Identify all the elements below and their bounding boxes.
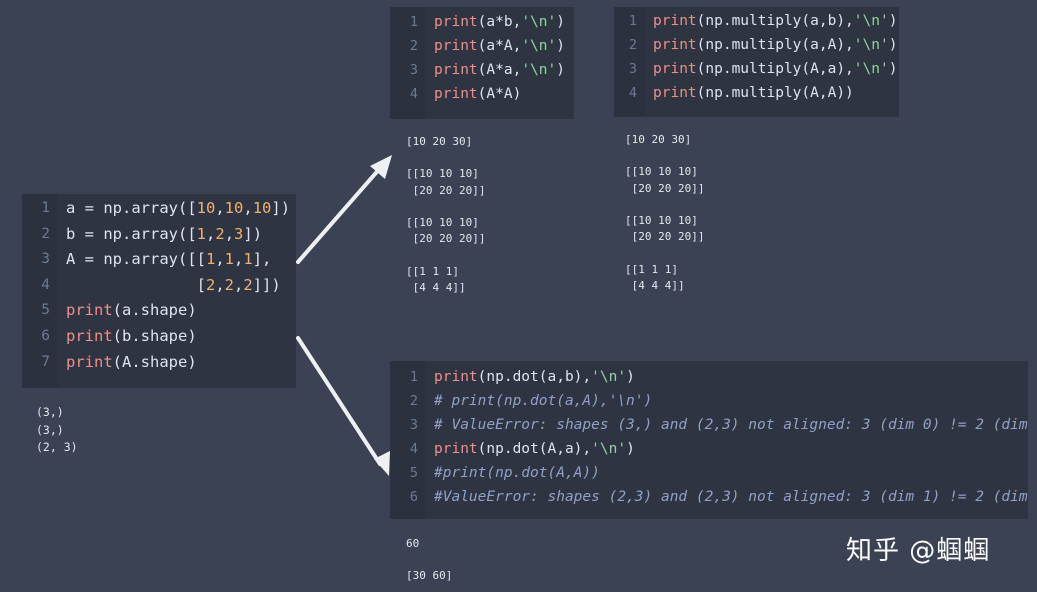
arrow-up-icon: [296, 155, 392, 264]
arrow-down-icon: [296, 336, 390, 476]
arrows-layer: [296, 155, 392, 476]
watermark-zhihu: 知乎 @蝈蝈: [846, 536, 991, 566]
